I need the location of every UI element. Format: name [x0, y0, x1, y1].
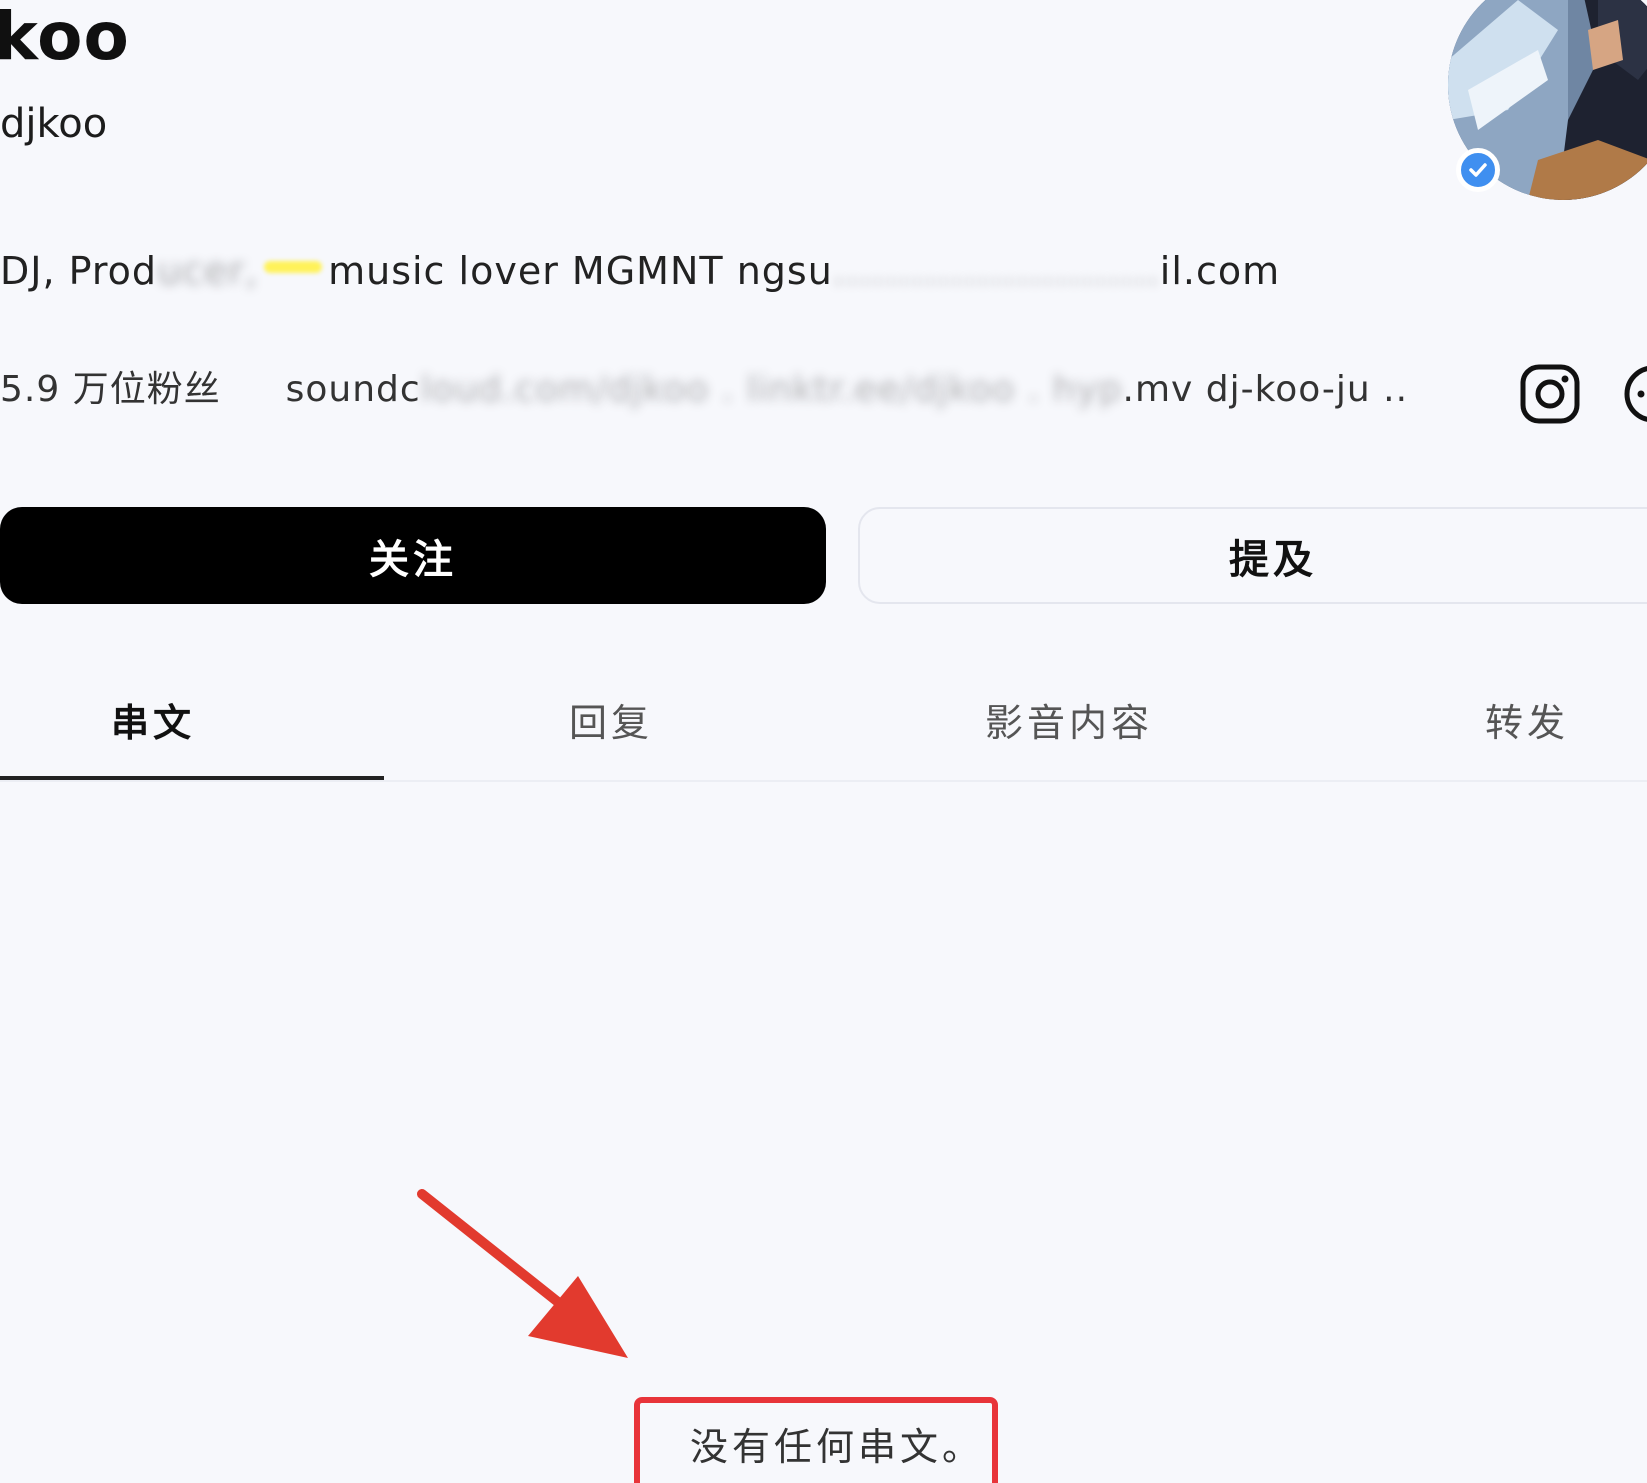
- mention-button[interactable]: 提及: [858, 507, 1647, 604]
- bio-end: il.com: [1159, 249, 1281, 293]
- display-name: koo: [0, 0, 130, 75]
- tab-replies[interactable]: 回复: [458, 660, 764, 778]
- bio-fragment-2: lover MGMNT: [458, 249, 724, 293]
- username: djkoo: [0, 101, 108, 147]
- instagram-icon[interactable]: [1519, 363, 1581, 425]
- profile-link-start[interactable]: soundc: [286, 369, 421, 410]
- more-icon[interactable]: [1622, 363, 1647, 425]
- verified-badge-icon: [1456, 148, 1500, 192]
- bio-fragment-1: music: [328, 249, 446, 293]
- tab-active-indicator: [0, 776, 384, 780]
- followers-row: 5.9 万位粉丝 soundcloud.com/djkoo . linktr.e…: [0, 372, 1408, 408]
- bio-redacted-2: .........................: [832, 249, 1160, 293]
- bio-start: DJ, Prod: [0, 249, 158, 293]
- profile-tabs: 串文 回复 影音内容 转发: [0, 660, 1647, 782]
- profile-page: koo djkoo DJ, Producer, music lover MGMN…: [0, 0, 1647, 1483]
- follow-button[interactable]: 关注: [0, 507, 826, 604]
- tab-threads[interactable]: 串文: [0, 660, 306, 778]
- bio-redacted: ucer,: [157, 249, 259, 293]
- follower-count[interactable]: 5.9 万位粉丝: [0, 369, 221, 410]
- bio-highlight: [264, 260, 323, 273]
- red-arrow-icon: [417, 1189, 628, 1358]
- tab-reposts[interactable]: 转发: [1374, 660, 1647, 778]
- profile-link-end[interactable]: .mv dj-koo-ju ..: [1123, 369, 1409, 410]
- tab-media[interactable]: 影音内容: [916, 660, 1222, 778]
- bio-fragment-3: ngsu: [736, 249, 833, 293]
- bio: DJ, Producer, music lover MGMNT ngsu....…: [0, 252, 1280, 290]
- empty-state-message: 没有任何串文。: [690, 1425, 985, 1469]
- profile-link-redacted: loud.com/djkoo . linktr.ee/djkoo . hyp: [420, 369, 1123, 410]
